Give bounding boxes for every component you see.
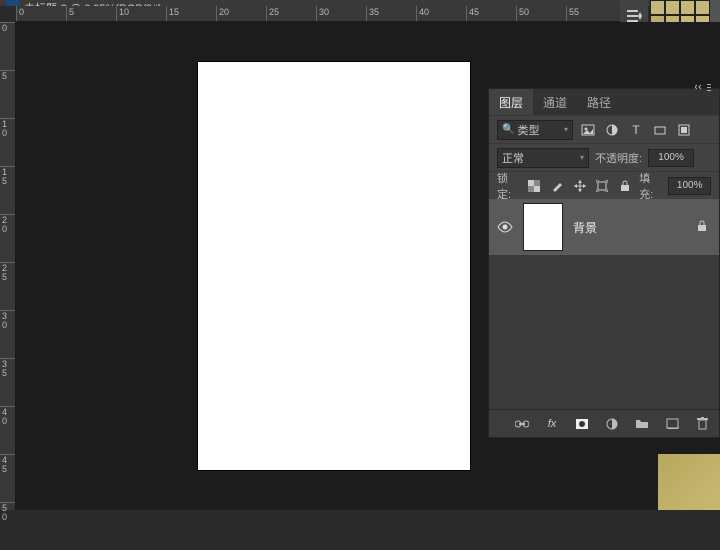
layer-name[interactable]: 背景 (573, 219, 687, 236)
layer-mask-icon[interactable] (573, 415, 591, 433)
layer-thumbnail[interactable] (523, 203, 563, 251)
blend-mode-select[interactable]: 正常 ▾ (497, 148, 589, 168)
fill-input[interactable]: 100% (668, 177, 711, 195)
fill-label: 填充: (639, 170, 662, 202)
lock-artboard-icon[interactable] (594, 177, 611, 195)
filter-shape-icon[interactable] (651, 121, 669, 139)
lock-all-icon[interactable] (617, 177, 634, 195)
link-layers-icon[interactable] (513, 415, 531, 433)
filter-adjust-icon[interactable] (603, 121, 621, 139)
filter-row: 🔍 类型 ▾ T (489, 115, 719, 143)
group-icon[interactable] (633, 415, 651, 433)
artboard[interactable] (198, 62, 470, 470)
ruler-vertical[interactable]: 051 01 52 02 53 03 54 04 55 0 (0, 22, 16, 510)
filter-label: 类型 (517, 122, 539, 138)
opacity-label: 不透明度: (595, 150, 642, 166)
tab-channels[interactable]: 通道 (533, 89, 577, 115)
panel-collapse-icon[interactable] (695, 83, 715, 95)
lock-transparency-icon[interactable] (526, 177, 543, 195)
chevron-down-icon: ▾ (580, 153, 584, 162)
layer-row[interactable]: 背景 (489, 199, 719, 255)
adjustment-layer-icon[interactable] (603, 415, 621, 433)
blend-row: 正常 ▾ 不透明度: 100% (489, 143, 719, 171)
opacity-input[interactable]: 100% (648, 149, 694, 167)
visibility-toggle-icon[interactable] (497, 219, 513, 235)
layer-filter-select[interactable]: 🔍 类型 ▾ (497, 120, 573, 140)
panel-tabs: 图层 通道 路径 (489, 89, 719, 115)
lock-pixels-icon[interactable] (549, 177, 566, 195)
search-icon: 🔍 (502, 124, 514, 135)
bottom-thumbnail (658, 454, 720, 510)
layers-panel: 图层 通道 路径 🔍 类型 ▾ T 正常 ▾ 不透明度: 100% 锁定: 填充… (488, 88, 720, 438)
lock-row: 锁定: 填充: 100% (489, 171, 719, 199)
layer-list: 背景 (489, 199, 719, 409)
new-layer-icon[interactable] (663, 415, 681, 433)
tab-layers[interactable]: 图层 (489, 89, 533, 115)
lock-label: 锁定: (497, 170, 520, 202)
tab-paths[interactable]: 路径 (577, 89, 621, 115)
filter-pixel-icon[interactable] (579, 121, 597, 139)
ruler-horizontal[interactable]: 0510152025303540455055 (16, 6, 620, 22)
lock-position-icon[interactable] (571, 177, 588, 195)
filter-smart-icon[interactable] (675, 121, 693, 139)
filter-type-icon[interactable]: T (627, 121, 645, 139)
trash-icon[interactable] (693, 415, 711, 433)
panel-footer: fx (489, 409, 719, 437)
fx-icon[interactable]: fx (543, 415, 561, 433)
lock-icon (697, 220, 711, 234)
chevron-down-icon: ▾ (564, 125, 568, 134)
